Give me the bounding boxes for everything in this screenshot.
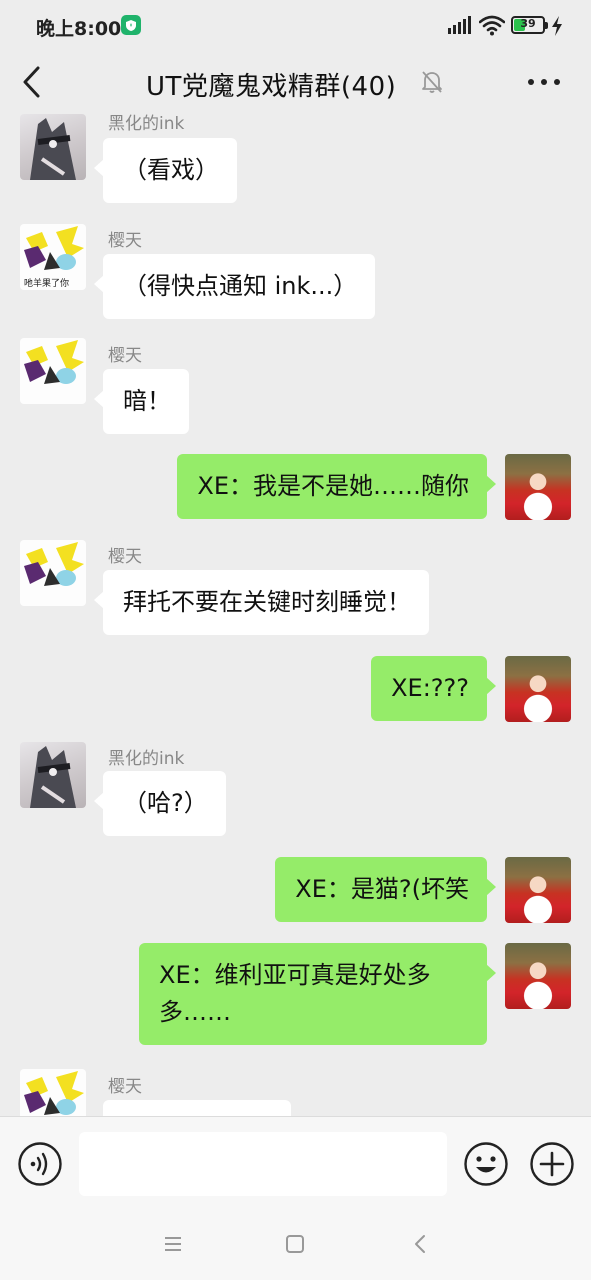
message-bubble[interactable]: 拜托不要在关键时刻睡觉！ [94, 570, 429, 635]
message-text: XE:??? [391, 674, 469, 702]
avatar-caption: 吔羊果了你 [24, 279, 70, 289]
emoji-icon [464, 1142, 508, 1186]
message-input[interactable] [79, 1132, 447, 1196]
message-text-line: 多…… [159, 998, 231, 1026]
message-bubble[interactable]: 暗！ [94, 369, 189, 434]
message-bubble[interactable]: XE：是猫?(坏笑 [275, 857, 496, 922]
input-bar [0, 1116, 591, 1210]
avatar[interactable]: 吔羊果了你 [20, 224, 86, 290]
system-navigation [0, 1210, 591, 1280]
battery-cap [545, 22, 548, 29]
signal-icon [447, 15, 471, 39]
message-text: 暗！ [123, 387, 171, 415]
sender-name: 黑化的ink [108, 749, 185, 769]
sender-name: 樱天 [108, 231, 142, 251]
message-text: 拜托不要在关键时刻睡觉！ [123, 588, 411, 616]
message-text-line: XE：维利亚可真是好处多 [159, 961, 431, 989]
more-icon-dot [541, 79, 547, 85]
shield-icon [121, 15, 141, 35]
avatar[interactable] [505, 656, 571, 722]
chat-title: UT党魔鬼戏精群(40) [146, 72, 397, 102]
avatar[interactable] [20, 742, 86, 808]
sender-name: 樱天 [108, 346, 142, 366]
chat-header: UT党魔鬼戏精群(40) [0, 52, 591, 112]
battery-icon: 39 [511, 16, 545, 34]
recent-apps-button[interactable] [163, 1234, 183, 1258]
message-bubble[interactable]: XE：维利亚可真是好处多 多…… [139, 943, 496, 1045]
sender-name: 樱天 [108, 1077, 142, 1097]
battery-level: 39 [520, 17, 536, 30]
back-icon [415, 1235, 425, 1253]
message-text: （得快点通知 ink...） [123, 272, 358, 300]
back-button[interactable] [18, 64, 48, 100]
message-bubble[interactable]: （哈?） [94, 771, 226, 836]
message-bubble[interactable]: （看戏） [94, 138, 237, 203]
sender-name: 黑化的ink [108, 114, 185, 134]
more-icon-dot [554, 79, 560, 85]
menu-icon [165, 1237, 181, 1251]
avatar[interactable] [505, 857, 571, 923]
avatar[interactable] [505, 454, 571, 520]
avatar[interactable] [20, 540, 86, 606]
message-bubble[interactable]: XE:??? [371, 656, 496, 721]
more-icon [528, 79, 534, 85]
plus-icon [530, 1142, 574, 1186]
message-bubble[interactable] [103, 1100, 291, 1116]
avatar[interactable] [20, 114, 86, 180]
avatar[interactable] [20, 1069, 86, 1116]
emoji-button[interactable] [463, 1141, 509, 1191]
charging-icon [551, 16, 563, 40]
sender-name: 樱天 [108, 547, 142, 567]
message-text: XE：我是不是她……随你 [197, 472, 469, 500]
wifi-icon [478, 14, 506, 40]
message-bubble[interactable]: （得快点通知 ink...） [93, 254, 376, 319]
system-back-button[interactable] [410, 1233, 430, 1259]
message-bubble[interactable]: XE：我是不是她……随你 [177, 454, 496, 519]
message-list[interactable]: 黑化的ink （看戏） 吔羊果了你 樱天 （得快点通知 ink...） 樱天 暗… [0, 112, 591, 1116]
back-icon [23, 66, 40, 98]
voice-icon [18, 1142, 62, 1186]
home-button[interactable] [285, 1234, 305, 1258]
home-icon [286, 1235, 304, 1253]
status-bar: 晚上8:00 39 [0, 0, 591, 52]
mute-icon [420, 69, 444, 99]
status-time: 晚上8:00 [36, 18, 122, 40]
avatar[interactable] [20, 338, 86, 404]
message-text: XE：是猫?(坏笑 [295, 875, 469, 903]
more-actions-button[interactable] [529, 1141, 575, 1191]
message-text: （看戏） [123, 156, 219, 184]
avatar[interactable] [505, 943, 571, 1009]
more-button[interactable] [524, 68, 564, 96]
message-text: （哈?） [123, 789, 208, 817]
voice-button[interactable] [17, 1141, 63, 1191]
